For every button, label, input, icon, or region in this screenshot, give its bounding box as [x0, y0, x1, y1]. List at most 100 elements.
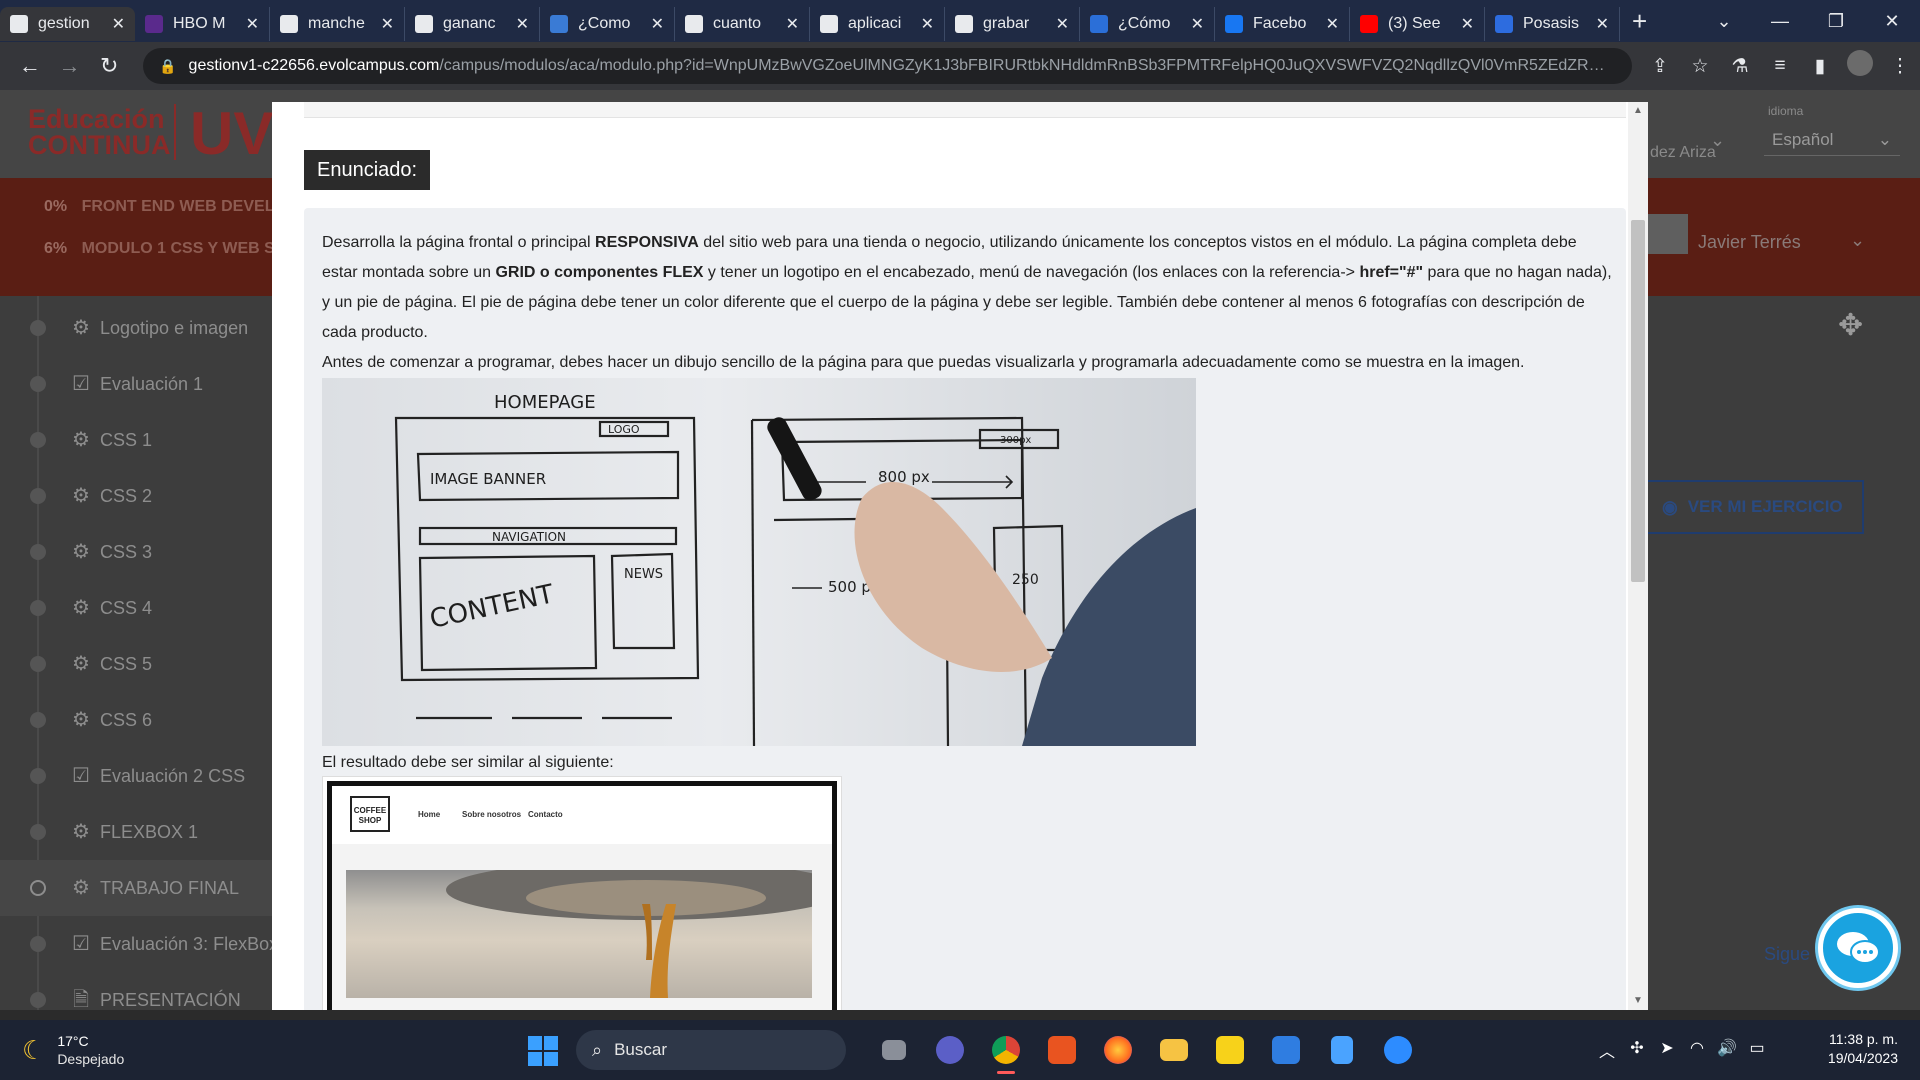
sidebar-item[interactable]: ⚙ TRABAJO FINAL: [0, 860, 272, 916]
close-tab-icon[interactable]: ✕: [786, 14, 799, 34]
media-icon[interactable]: ≡: [1760, 55, 1800, 77]
weather-widget[interactable]: ☾ 17°C Despejado: [22, 1032, 124, 1068]
volume-icon[interactable]: 🔊: [1712, 1038, 1742, 1062]
location-icon[interactable]: ➤: [1652, 1038, 1682, 1062]
sidepanel-icon[interactable]: ▮: [1800, 55, 1840, 78]
sidebar-item[interactable]: ⚙ FLEXBOX 1: [0, 804, 272, 860]
timeline-dot: [30, 544, 46, 560]
chrome-dev-icon[interactable]: [978, 1030, 1034, 1074]
browser-tab[interactable]: ¿Cómo ✕: [1080, 7, 1215, 41]
browser-tab[interactable]: ¿Como ✕: [540, 7, 675, 41]
gear-icon: ⚙: [72, 317, 90, 339]
browser-tab[interactable]: gestion ✕: [0, 7, 135, 41]
browser-toolbar: ← → ↻ 🔒 gestionv1-c22656.evolcampus.com …: [0, 42, 1920, 90]
wifi-icon[interactable]: ◠: [1682, 1038, 1712, 1062]
browser-tab[interactable]: HBO M ✕: [135, 7, 270, 41]
browser-tab[interactable]: (3) See ✕: [1350, 7, 1485, 41]
sidebar-item[interactable]: 🗎 PRESENTACIÓN: [0, 972, 272, 1010]
close-tab-icon[interactable]: ✕: [246, 14, 259, 34]
close-tab-icon[interactable]: ✕: [516, 14, 529, 34]
next-link[interactable]: Sigue: [1764, 944, 1810, 965]
minimize-button[interactable]: —: [1752, 11, 1808, 32]
tab-title: (3) See: [1388, 15, 1441, 32]
forward-button[interactable]: →: [50, 53, 90, 79]
sidebar-item[interactable]: ☑ Evaluación 2 CSS: [0, 748, 272, 804]
modal-scrollbar[interactable]: ▲ ▼: [1628, 102, 1648, 1010]
sidebar-item-label: CSS 6: [100, 709, 153, 730]
url-host: gestionv1-c22656.evolcampus.com: [188, 57, 440, 74]
sidebar-item[interactable]: ⚙ CSS 3: [0, 524, 272, 580]
taskbar-search[interactable]: ⌕ Buscar: [576, 1030, 846, 1070]
bookmark-star-icon[interactable]: ☆: [1680, 55, 1720, 78]
scroll-thumb[interactable]: [1631, 220, 1645, 582]
close-tab-icon[interactable]: ✕: [651, 14, 664, 34]
browser-tab[interactable]: Facebo ✕: [1215, 7, 1350, 41]
sidebar-item[interactable]: ⚙ Logotipo e imagen: [0, 300, 272, 356]
view-exercise-button[interactable]: ◉ VER MI EJERCICIO: [1646, 480, 1864, 534]
restore-button[interactable]: ❐: [1808, 11, 1864, 32]
chevron-down-icon[interactable]: ⌄: [1850, 230, 1865, 251]
moon-icon: ☾: [22, 1034, 46, 1065]
menu-kebab-icon[interactable]: ⋮: [1880, 55, 1920, 78]
address-bar[interactable]: 🔒 gestionv1-c22656.evolcampus.com /campu…: [143, 48, 1633, 84]
notepad-icon[interactable]: [1314, 1030, 1370, 1070]
close-tab-icon[interactable]: ✕: [1326, 14, 1339, 34]
sidebar-item[interactable]: ⚙ CSS 4: [0, 580, 272, 636]
progress-module[interactable]: 6% MODULO 1 CSS Y WEB S: [44, 240, 275, 258]
chat-widget-button[interactable]: [1818, 908, 1898, 988]
close-tab-icon[interactable]: ✕: [1056, 14, 1069, 34]
chevron-down-icon[interactable]: ⌄: [1710, 130, 1725, 151]
profile-avatar[interactable]: [1840, 50, 1880, 82]
firefox-icon[interactable]: [1090, 1030, 1146, 1070]
task-view-icon[interactable]: [866, 1030, 922, 1070]
labs-icon[interactable]: ⚗: [1720, 55, 1760, 78]
sidebar-item[interactable]: ⚙ CSS 5: [0, 636, 272, 692]
close-tab-icon[interactable]: ✕: [1596, 14, 1609, 34]
browser-tab[interactable]: gananc ✕: [405, 7, 540, 41]
start-button[interactable]: [528, 1036, 558, 1066]
result-caption: El resultado debe ser similar al siguien…: [322, 754, 614, 771]
close-tab-icon[interactable]: ✕: [1461, 14, 1474, 34]
sidebar-item[interactable]: ☑ Evaluación 1: [0, 356, 272, 412]
tray-app-icon[interactable]: ✣: [1622, 1038, 1652, 1062]
language-select[interactable]: Español ⌄: [1764, 124, 1900, 156]
zoom-icon[interactable]: [1370, 1030, 1426, 1070]
share-icon[interactable]: ⇪: [1640, 55, 1680, 78]
browser-tab[interactable]: cuanto ✕: [675, 7, 810, 41]
lock-icon[interactable]: 🔒: [159, 58, 176, 75]
chevron-up-icon[interactable]: ︿: [1592, 1038, 1622, 1062]
close-tab-icon[interactable]: ✕: [1191, 14, 1204, 34]
close-window-button[interactable]: ✕: [1864, 11, 1920, 32]
browser-tab[interactable]: grabar ✕: [945, 7, 1080, 41]
browser-tab[interactable]: manche ✕: [270, 7, 405, 41]
system-clock[interactable]: 11:38 p. m. 19/04/2023: [1818, 1030, 1898, 1068]
browser-tab[interactable]: aplicaci ✕: [810, 7, 945, 41]
google-icon: [280, 15, 298, 33]
scroll-up-arrow[interactable]: ▲: [1628, 102, 1648, 120]
close-tab-icon[interactable]: ✕: [921, 14, 934, 34]
calendar-icon[interactable]: [1258, 1030, 1314, 1070]
tab-search-icon[interactable]: ⌄: [1696, 11, 1752, 32]
battery-icon[interactable]: ▭: [1742, 1038, 1772, 1062]
close-tab-icon[interactable]: ✕: [381, 14, 394, 34]
user-name[interactable]: Javier Terrés: [1698, 232, 1801, 253]
new-tab-button[interactable]: +: [1632, 6, 1647, 37]
teams-chat-icon[interactable]: [922, 1030, 978, 1070]
browser-tab[interactable]: Posasis ✕: [1485, 7, 1620, 41]
coffee-espresso-graphic: [446, 870, 812, 998]
sidebar-item[interactable]: ⚙ CSS 6: [0, 692, 272, 748]
file-explorer-icon[interactable]: [1146, 1030, 1202, 1070]
progress-course[interactable]: 0% FRONT END WEB DEVELOPE: [44, 198, 308, 216]
ubuntu-icon[interactable]: [1034, 1030, 1090, 1070]
move-icon[interactable]: ✥: [1838, 308, 1863, 343]
gear-icon: ⚙: [72, 485, 90, 507]
close-tab-icon[interactable]: ✕: [112, 14, 125, 34]
reload-button[interactable]: ↻: [89, 53, 129, 79]
wireframe-sketch-image: HOMEPAGE LOGO IMAGE BANNER NAVIGATION CO…: [322, 378, 1196, 746]
sidebar-item[interactable]: ☑ Evaluación 3: FlexBox: [0, 916, 278, 972]
scroll-down-arrow[interactable]: ▼: [1628, 992, 1648, 1010]
sidebar-item[interactable]: ⚙ CSS 1: [0, 412, 272, 468]
sidebar-item[interactable]: ⚙ CSS 2: [0, 468, 272, 524]
back-button[interactable]: ←: [10, 53, 50, 79]
sticky-notes-icon[interactable]: [1202, 1030, 1258, 1070]
